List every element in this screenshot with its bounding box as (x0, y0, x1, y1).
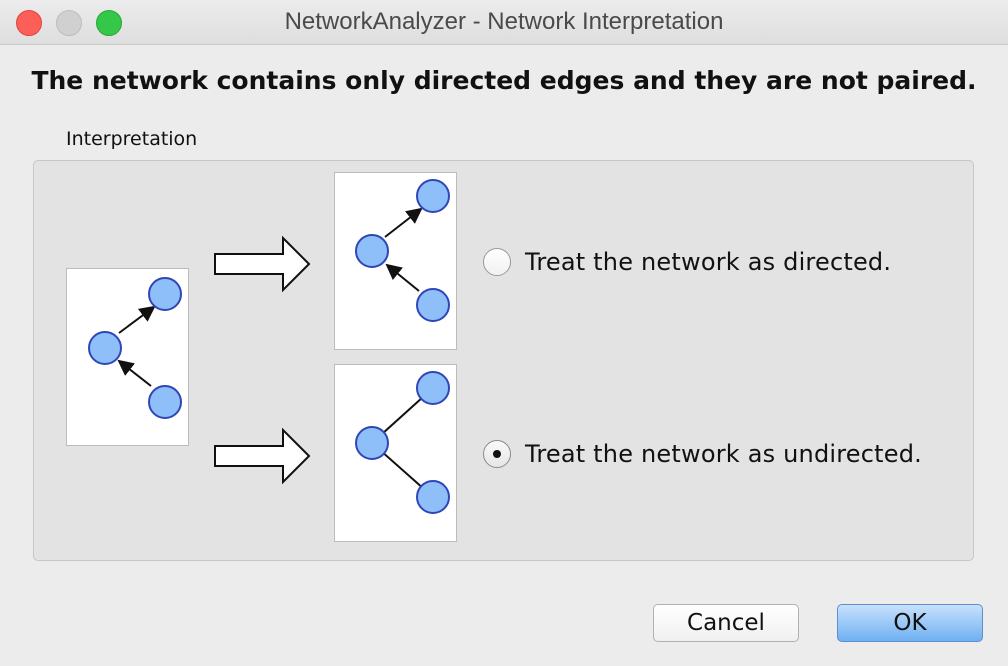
directed-graph-icon (355, 179, 450, 322)
undirected-option-label[interactable]: Treat the network as undirected. (525, 440, 922, 468)
directed-network-diagram (334, 172, 457, 350)
undirected-network-diagram (334, 364, 457, 542)
directed-option-label[interactable]: Treat the network as directed. (525, 248, 891, 276)
interpretation-group-label: Interpretation (66, 128, 198, 150)
radio-selected-dot (493, 450, 501, 458)
radio-undirected[interactable] (483, 440, 511, 468)
directed-graph-icon (88, 277, 182, 419)
directed-option[interactable]: Treat the network as directed. (483, 248, 891, 276)
cancel-button[interactable]: Cancel (653, 604, 799, 642)
radio-directed[interactable] (483, 248, 511, 276)
undirected-option[interactable]: Treat the network as undirected. (483, 440, 922, 468)
undirected-graph-icon (355, 371, 450, 514)
window-title: NetworkAnalyzer - Network Interpretation (284, 8, 724, 35)
source-network-diagram (66, 268, 189, 446)
message-heading: The network contains only directed edges… (31, 66, 977, 95)
right-arrow-icon (214, 236, 311, 292)
title-bar: NetworkAnalyzer - Network Interpretation (0, 0, 1008, 45)
ok-button[interactable]: OK (837, 604, 983, 642)
right-arrow-icon (214, 428, 311, 484)
